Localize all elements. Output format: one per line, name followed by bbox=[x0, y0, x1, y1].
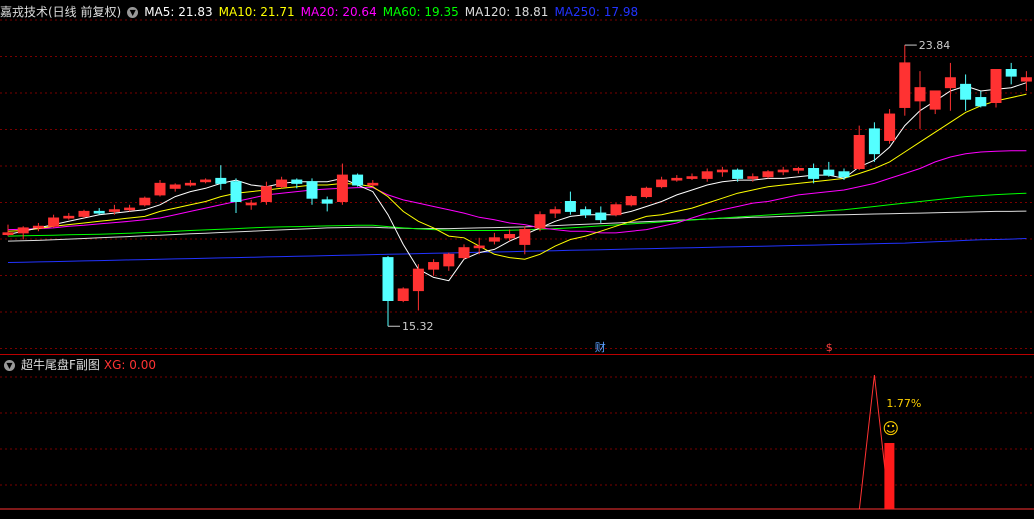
high-price-label: 23.84 bbox=[919, 39, 951, 52]
candle-body bbox=[17, 227, 29, 234]
candle-body bbox=[382, 257, 394, 302]
chevron-down-icon[interactable]: ▼ bbox=[127, 7, 139, 18]
candle-body bbox=[656, 179, 668, 188]
candle-body bbox=[184, 182, 196, 186]
candle-body bbox=[48, 217, 60, 227]
candle-body bbox=[625, 196, 637, 206]
indicator-panel[interactable]: ☺ 1.77% bbox=[0, 355, 1034, 516]
indicator-title[interactable]: 超牛尾盘F副图 bbox=[21, 358, 100, 372]
candle-body bbox=[580, 209, 592, 216]
candle-body bbox=[944, 77, 956, 89]
candle-body bbox=[990, 69, 1002, 103]
candle-body bbox=[367, 182, 379, 186]
candle-body bbox=[291, 179, 303, 184]
chevron-down-icon[interactable]: ▼ bbox=[4, 360, 15, 371]
ma-legend-item: MA60: 19.35 bbox=[382, 5, 459, 19]
candle-body bbox=[63, 215, 75, 219]
candle-body bbox=[200, 179, 212, 183]
candle-body bbox=[686, 176, 698, 179]
candle-body bbox=[534, 214, 546, 229]
candle-body bbox=[260, 186, 272, 202]
candle-body bbox=[78, 210, 90, 217]
main-chart-panel[interactable]: 23.84 15.32 财 $ bbox=[0, 0, 1034, 355]
ma-legend: MA5: 21.83 MA10: 21.71 MA20: 20.64 MA60: 19… bbox=[144, 5, 644, 19]
ma-legend-item: MA5: 21.83 bbox=[144, 5, 213, 19]
candle-body bbox=[975, 97, 987, 107]
candle-body bbox=[488, 237, 500, 242]
ma-legend-item: MA10: 21.71 bbox=[218, 5, 295, 19]
candle-body bbox=[473, 245, 485, 249]
signal-bar bbox=[884, 443, 895, 509]
candle-body bbox=[823, 169, 835, 176]
candle-body bbox=[960, 83, 972, 100]
candle-body bbox=[732, 169, 744, 179]
candle-body bbox=[336, 174, 348, 203]
candle-body bbox=[792, 168, 804, 171]
candle-body bbox=[716, 169, 728, 173]
candle-body bbox=[306, 181, 318, 199]
candle-body bbox=[428, 262, 440, 270]
ma-legend-item: MA120: 18.81 bbox=[464, 5, 549, 19]
finance-event-marker: 财 bbox=[595, 340, 606, 354]
candle-body bbox=[671, 177, 683, 181]
ma-legend-item: MA250: 17.98 bbox=[554, 5, 639, 19]
candle-body bbox=[154, 182, 166, 196]
candle-body bbox=[929, 90, 941, 110]
candle-body bbox=[884, 113, 896, 141]
candle-body bbox=[777, 169, 789, 173]
candle-body bbox=[640, 187, 652, 198]
candle-body bbox=[412, 268, 424, 292]
candle-body bbox=[2, 232, 14, 236]
candlestick-chart[interactable]: 23.84 15.32 财 $ bbox=[0, 0, 1034, 355]
candle-body bbox=[808, 168, 820, 179]
candle-body bbox=[352, 174, 364, 186]
candle-body bbox=[458, 247, 470, 259]
ma-legend-item: MA20: 20.64 bbox=[300, 5, 377, 19]
signal-percent-label: 1.77% bbox=[886, 397, 921, 410]
candle-body bbox=[169, 184, 181, 189]
candle-body bbox=[914, 87, 926, 102]
candle-body bbox=[519, 229, 531, 245]
candle-body bbox=[838, 171, 850, 178]
xg-value: XG: 0.00 bbox=[103, 358, 157, 372]
candle-body bbox=[443, 253, 455, 267]
candle-body bbox=[321, 199, 333, 204]
candle-body bbox=[853, 135, 865, 169]
main-header: 嘉戎技术(日线 前复权) ▼ MA5: 21.83 MA10: 21.71 MA20: … bbox=[0, 2, 650, 22]
ma120-line bbox=[7, 210, 1027, 242]
candle-body bbox=[32, 225, 44, 229]
smiley-icon: ☺ bbox=[882, 419, 899, 438]
candle-body bbox=[230, 181, 242, 202]
candle-body bbox=[124, 207, 136, 211]
low-price-label: 15.32 bbox=[402, 320, 434, 333]
candle-body bbox=[139, 197, 151, 206]
candle-body bbox=[245, 202, 257, 206]
chart-title[interactable]: 嘉戎技术(日线 前复权) bbox=[0, 5, 121, 19]
candle-body bbox=[108, 209, 120, 212]
candle-body bbox=[549, 209, 561, 214]
candle-body bbox=[504, 234, 516, 239]
candle-body bbox=[595, 212, 607, 221]
sub-header: ▼ 超牛尾盘F副图 XG: 0.00 bbox=[0, 355, 162, 375]
candle-body bbox=[215, 177, 227, 184]
candle-body bbox=[397, 288, 409, 302]
candle-body bbox=[701, 171, 713, 179]
candle-body bbox=[868, 128, 880, 155]
ma10-line bbox=[7, 93, 1027, 260]
candle-body bbox=[610, 204, 622, 216]
candle-body bbox=[564, 201, 576, 212]
candle-body bbox=[1020, 77, 1032, 82]
candle-body bbox=[747, 176, 759, 179]
candle-body bbox=[93, 210, 105, 214]
candle-body bbox=[762, 171, 774, 178]
candle-body bbox=[899, 62, 911, 108]
candle-body bbox=[276, 179, 288, 188]
indicator-chart[interactable]: ☺ 1.77% bbox=[0, 355, 1034, 516]
candle-body bbox=[1005, 69, 1017, 77]
dividend-event-marker: $ bbox=[826, 341, 833, 354]
ma60-line bbox=[7, 192, 1027, 237]
